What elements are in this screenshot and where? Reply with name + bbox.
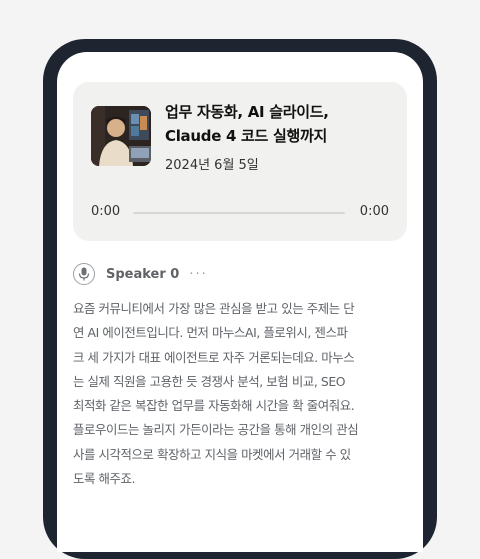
speaker-header: Speaker 0 ··· [73, 262, 208, 286]
episode-title: 업무 자동화, AI 슬라이드, Claude 4 코드 실행까지 [165, 100, 397, 148]
podcast-cover-image[interactable] [91, 106, 151, 166]
more-options-button[interactable]: ··· [189, 267, 207, 282]
episode-title-line: 업무 자동화, AI 슬라이드, [165, 103, 329, 121]
progress-slider[interactable] [133, 212, 345, 214]
transcript-line: 플로우이드는 놀리지 가든이라는 공간을 통해 개인의 관심 [73, 422, 359, 438]
microphone-icon [73, 263, 95, 285]
current-time: 0:00 [91, 204, 121, 219]
transcript-line: 최적화 같은 복잡한 업무를 자동화해 시간을 확 줄여줘요. [73, 398, 355, 414]
transcript-line: 도록 해주죠. [73, 471, 136, 487]
episode-date: 2024년 6월 5일 [165, 158, 259, 173]
duration-time: 0:00 [359, 204, 389, 219]
transcript-line: 요즘 커뮤니티에서 가장 많은 관심을 받고 있는 주제는 단 [73, 301, 355, 316]
transcript-line: 크 세 가지가 대표 에이전트로 자주 거론되는데요. 마누스 [73, 349, 355, 365]
transcript-text: 요즘 커뮤니티에서 가장 많은 관심을 받고 있는 주제는 단 연 AI 에이전… [73, 297, 409, 491]
transcript-line: 연 AI 에이전트입니다. 먼저 마누스AI, 플로위시, 젠스파 [73, 325, 348, 341]
episode-title-line: Claude 4 코드 실행까지 [165, 127, 327, 145]
speaker-name: Speaker 0 [106, 266, 180, 282]
transcript-line: 는 실제 직원을 고용한 듯 경쟁사 분석, 보험 비교, SEO [73, 373, 346, 389]
transcript-line: 사를 시각적으로 확장하고 지식을 마켓에서 거래할 수 있 [73, 446, 351, 462]
audio-player-card: 업무 자동화, AI 슬라이드, Claude 4 코드 실행까지 2024년 … [73, 82, 407, 241]
